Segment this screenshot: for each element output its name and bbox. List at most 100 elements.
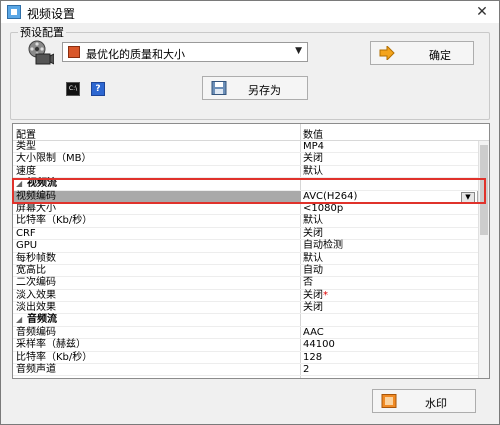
property-name: 视频编码 bbox=[16, 190, 56, 202]
category-label: 视频流 bbox=[27, 178, 57, 190]
collapse-toggle-icon[interactable]: ◢ bbox=[16, 178, 22, 190]
property-value[interactable]: 关闭 bbox=[303, 153, 323, 165]
property-value-text: 自动检测 bbox=[303, 240, 343, 252]
property-name: 速度 bbox=[16, 165, 36, 177]
property-name: 淡出效果 bbox=[16, 302, 56, 314]
preset-group-label: 预设配置 bbox=[18, 24, 66, 40]
property-row[interactable]: 音频声道 2 bbox=[13, 364, 479, 377]
column-header-name: 配置 bbox=[16, 130, 36, 141]
scrollbar-thumb[interactable] bbox=[480, 145, 488, 235]
property-row[interactable]: 音频编码 AAC bbox=[13, 326, 479, 340]
property-name: 二次编码 bbox=[16, 277, 56, 289]
command-line-icon[interactable]: C:\ bbox=[66, 82, 80, 96]
property-value-text: 关闭 bbox=[303, 289, 323, 301]
property-row[interactable]: 淡出效果 关闭 bbox=[13, 302, 479, 315]
property-value-text: 关闭 bbox=[303, 227, 323, 239]
property-value-text: 128 bbox=[303, 351, 323, 363]
property-value-text: 否 bbox=[303, 277, 313, 289]
property-value-text: AVC(H264) bbox=[303, 190, 358, 202]
category-label: 音频流 bbox=[27, 314, 57, 326]
property-value-text: 默认 bbox=[303, 215, 323, 227]
collapse-toggle-icon[interactable]: ◢ bbox=[16, 314, 22, 326]
property-value-text: 关闭 bbox=[303, 302, 323, 314]
property-name: GPU bbox=[16, 240, 38, 252]
property-value[interactable]: AAC bbox=[303, 327, 324, 339]
property-row[interactable]: 宽高比 自动 bbox=[13, 264, 479, 278]
title-bar: 视频设置 ✕ bbox=[1, 1, 499, 23]
property-name: 采样率（赫兹） bbox=[16, 339, 86, 351]
watermark-button[interactable]: 水印 bbox=[372, 389, 476, 413]
property-value-text: <1080p bbox=[303, 202, 344, 214]
property-value[interactable]: 自动 bbox=[303, 265, 323, 277]
property-value-text: 默认 bbox=[303, 252, 323, 264]
window-title: 视频设置 bbox=[27, 7, 76, 21]
property-row[interactable]: GPU 自动检测 bbox=[13, 240, 479, 253]
property-value-text: AAC bbox=[303, 326, 324, 338]
property-row[interactable]: 采样率（赫兹） 44100 bbox=[13, 339, 479, 352]
property-value[interactable]: 2 bbox=[303, 364, 309, 376]
property-value[interactable]: 默认 bbox=[303, 215, 323, 227]
property-grid: 配置 数值 类型 MP4 大小限制（MB） 关闭 速度 默认 ◢ 视频流 视频编码 AVC(H26… bbox=[12, 123, 490, 379]
watermark-button-label: 水印 bbox=[425, 397, 447, 410]
film-reel-icon bbox=[28, 40, 54, 65]
property-value[interactable]: <1080p bbox=[303, 203, 343, 215]
property-row[interactable]: 比特率（Kb/秒） 默认 bbox=[13, 215, 479, 228]
property-name: 比特率（Kb/秒） bbox=[16, 215, 93, 227]
watermark-icon bbox=[381, 394, 397, 408]
property-row[interactable]: 淡入效果 关闭* bbox=[13, 289, 479, 303]
ok-button[interactable]: 确定 bbox=[370, 41, 474, 65]
dropdown-arrow-icon[interactable]: ▼ bbox=[461, 191, 475, 204]
property-name: 比特率（Kb/秒） bbox=[16, 351, 93, 363]
property-value-text: 自动 bbox=[303, 264, 323, 276]
property-value[interactable]: 128 bbox=[303, 352, 322, 364]
property-name: CRF bbox=[16, 227, 36, 239]
property-name: 类型 bbox=[16, 141, 36, 152]
video-settings-icon bbox=[7, 5, 21, 19]
property-value[interactable]: 关闭 bbox=[303, 228, 323, 240]
property-value[interactable]: 否 bbox=[303, 277, 313, 289]
property-name: 每秒帧数 bbox=[16, 252, 56, 264]
preset-icon bbox=[68, 46, 80, 58]
category-row[interactable]: ◢ 视频流 bbox=[13, 178, 479, 191]
property-name: 屏幕大小 bbox=[16, 202, 56, 214]
property-value-text: 关闭 bbox=[303, 153, 323, 165]
property-value[interactable]: 自动检测 bbox=[303, 240, 343, 252]
help-icon[interactable]: ? bbox=[91, 82, 105, 96]
property-value[interactable]: AVC(H264) ▼ bbox=[301, 190, 477, 204]
property-value[interactable]: 44100 bbox=[303, 339, 335, 351]
property-row[interactable]: 屏幕大小 <1080p bbox=[13, 202, 479, 216]
preset-selected-value: 最优化的质量和大小 bbox=[86, 48, 185, 61]
property-value-text: 44100 bbox=[303, 339, 335, 351]
ok-button-label: 确定 bbox=[429, 49, 451, 62]
property-rows: 类型 MP4 大小限制（MB） 关闭 速度 默认 ◢ 视频流 视频编码 AVC(H264) ▼ 屏幕大… bbox=[13, 141, 479, 377]
modified-marker: * bbox=[323, 289, 328, 301]
property-row[interactable]: 类型 MP4 bbox=[13, 141, 479, 154]
property-row[interactable]: 每秒帧数 默认 bbox=[13, 253, 479, 265]
property-row[interactable]: 比特率（Kb/秒） 128 bbox=[13, 351, 479, 365]
save-as-button[interactable]: 另存为 bbox=[202, 76, 308, 100]
property-row[interactable]: 二次编码 否 bbox=[13, 277, 479, 290]
category-row[interactable]: ◢ 音频流 bbox=[13, 314, 479, 327]
property-value[interactable]: 默认 bbox=[303, 253, 323, 265]
property-row[interactable]: 速度 默认 bbox=[13, 165, 479, 179]
chevron-down-icon: ▼ bbox=[295, 46, 302, 56]
property-row-selected[interactable]: 视频编码 AVC(H264) ▼ bbox=[13, 190, 479, 204]
property-value[interactable]: MP4 bbox=[303, 141, 324, 153]
property-name: 音频编码 bbox=[16, 326, 56, 338]
close-icon[interactable]: ✕ bbox=[473, 3, 491, 21]
property-value-text: MP4 bbox=[303, 141, 325, 152]
property-row[interactable]: 大小限制（MB） 关闭 bbox=[13, 153, 479, 166]
save-as-button-label: 另存为 bbox=[248, 84, 281, 97]
vertical-scrollbar[interactable] bbox=[478, 141, 489, 378]
property-name: 大小限制（MB） bbox=[16, 153, 92, 165]
arrow-right-icon bbox=[379, 46, 395, 60]
property-value[interactable]: 关闭 bbox=[303, 302, 323, 314]
preset-dropdown[interactable]: 最优化的质量和大小 ▼ bbox=[62, 42, 308, 62]
property-name: 淡入效果 bbox=[16, 289, 56, 301]
column-header-value: 数值 bbox=[303, 130, 323, 141]
property-row[interactable]: CRF 关闭 bbox=[13, 227, 479, 241]
property-value[interactable]: 默认 bbox=[303, 166, 323, 178]
property-name: 宽高比 bbox=[16, 264, 46, 276]
property-name: 音频声道 bbox=[16, 364, 56, 376]
property-value[interactable]: 关闭* bbox=[303, 290, 328, 302]
